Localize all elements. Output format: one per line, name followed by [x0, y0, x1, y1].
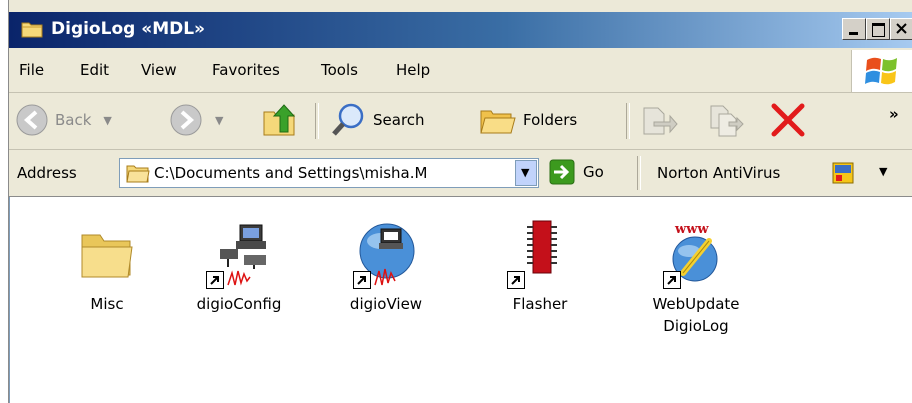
menu-help[interactable]: Help: [396, 61, 430, 79]
chevron-down-icon: ▼: [521, 166, 530, 179]
globe-computer-icon: [351, 219, 421, 289]
forward-arrow-icon: [170, 104, 202, 136]
back-button[interactable]: Back ▼: [15, 101, 112, 139]
window-title: DigioLog «MDL»: [51, 19, 206, 39]
forward-dropdown-icon[interactable]: ▼: [215, 114, 223, 127]
explorer-window: DigioLog «MDL» File Edit View Favorites …: [0, 0, 912, 403]
up-folder-icon: [263, 104, 296, 136]
file-label: digioConfig: [196, 295, 282, 313]
file-item-misc[interactable]: Misc: [52, 219, 162, 315]
file-item-webupdate[interactable]: www WebUpdate DigioLog: [636, 219, 756, 337]
shortcut-arrow-icon: [663, 271, 681, 289]
chip-icon: [505, 219, 575, 289]
norton-dropdown-icon[interactable]: ▼: [879, 165, 887, 178]
up-folder-button[interactable]: [262, 101, 298, 139]
www-globe-icon: www: [661, 219, 731, 289]
menu-favorites[interactable]: Favorites: [212, 61, 280, 79]
norton-antivirus-label[interactable]: Norton AntiVirus: [657, 164, 780, 182]
shortcut-arrow-icon: [353, 271, 371, 289]
toolbar-separator: [626, 103, 630, 139]
shortcut-arrow-icon: [206, 271, 224, 289]
toolbar-separator: [315, 103, 319, 139]
svg-text:www: www: [674, 222, 709, 237]
search-icon: [332, 103, 364, 136]
move-to-icon: [643, 107, 678, 135]
norton-antivirus-icon[interactable]: [832, 161, 856, 185]
file-label: WebUpdate DigioLog: [652, 295, 740, 335]
menu-view[interactable]: View: [141, 61, 177, 79]
menu-edit[interactable]: Edit: [80, 61, 109, 79]
menu-bar: File Edit View Favorites Tools Help: [9, 50, 912, 93]
windows-logo: [851, 50, 912, 92]
move-to-button[interactable]: [640, 101, 678, 139]
folders-label: Folders: [523, 111, 578, 129]
maximize-button[interactable]: [866, 18, 890, 40]
folder-icon: [72, 219, 142, 289]
folder-icon: [21, 22, 43, 38]
back-dropdown-icon[interactable]: ▼: [103, 114, 111, 127]
delete-button[interactable]: [769, 101, 807, 139]
address-input[interactable]: C:\Documents and Settings\misha.M ▼: [119, 158, 539, 188]
file-label: digioView: [349, 295, 423, 313]
file-item-flasher[interactable]: Flasher: [485, 219, 595, 315]
delete-x-icon: [771, 103, 805, 137]
search-button[interactable]: Search: [331, 101, 425, 139]
address-label: Address: [17, 164, 77, 182]
folder-icon: [126, 165, 150, 183]
network-computer-icon: [204, 219, 274, 289]
address-value: C:\Documents and Settings\misha.M: [154, 164, 428, 182]
go-label: Go: [583, 163, 604, 181]
back-label: Back: [55, 111, 92, 129]
search-label: Search: [373, 111, 425, 129]
address-dropdown-button[interactable]: ▼: [515, 160, 537, 186]
standard-toolbar: Back ▼ ▼ Search Folders »: [9, 93, 912, 150]
folders-button[interactable]: Folders: [479, 101, 577, 139]
address-bar: Address C:\Documents and Settings\misha.…: [9, 150, 912, 197]
file-item-digioview[interactable]: digioView: [331, 219, 441, 315]
forward-button[interactable]: ▼: [169, 101, 223, 139]
windows-flag-icon: [865, 57, 897, 85]
back-arrow-icon: [16, 104, 48, 136]
shortcut-arrow-icon: [507, 271, 525, 289]
file-label: Flasher: [512, 295, 568, 313]
close-icon: [896, 23, 907, 34]
go-button[interactable]: Go: [549, 159, 604, 185]
title-bar[interactable]: DigioLog «MDL»: [9, 12, 912, 48]
toolbar-overflow-chevron[interactable]: »: [889, 105, 899, 123]
copy-to-icon: [710, 105, 744, 137]
menu-tools[interactable]: Tools: [321, 61, 358, 79]
close-button[interactable]: [890, 18, 912, 40]
file-view: Misc digioConfig digioView Flasher www W…: [9, 197, 912, 403]
menu-file[interactable]: File: [19, 61, 44, 79]
minimize-button[interactable]: [842, 18, 866, 40]
go-arrow-icon: [549, 159, 575, 185]
address-separator: [637, 156, 641, 190]
file-item-digioconfig[interactable]: digioConfig: [184, 219, 294, 315]
file-label: Misc: [90, 295, 124, 313]
copy-to-button[interactable]: [707, 101, 745, 139]
folders-icon: [480, 110, 516, 134]
